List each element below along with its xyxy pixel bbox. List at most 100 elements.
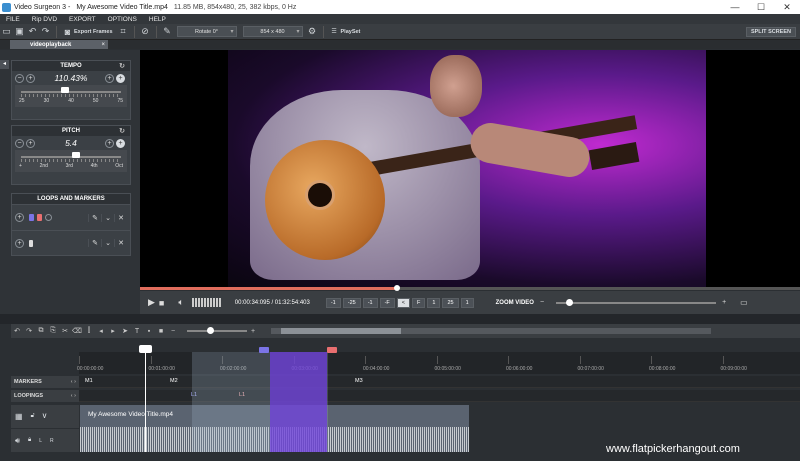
stop-icon[interactable]: ■ (159, 298, 164, 308)
menu-file[interactable]: FILE (0, 16, 26, 23)
zoom-slider-knob[interactable] (566, 298, 574, 306)
speaker-icon[interactable]: 🔊︎ (15, 436, 20, 446)
paste-icon[interactable]: ⎘ (47, 327, 59, 335)
tempo-plus-button[interactable]: + (116, 73, 125, 83)
timeline-scroll-thumb[interactable] (281, 328, 401, 334)
split-icon[interactable]: ⫿ (83, 327, 95, 335)
marker-dropdown-icon[interactable]: ⌄ (101, 239, 114, 247)
volume-icon[interactable]: 🔈︎ (178, 297, 183, 308)
copy-icon[interactable]: ⧉ (35, 327, 47, 335)
maximize-button[interactable]: ☐ (748, 2, 774, 13)
blue-loop-marker-icon[interactable] (29, 214, 34, 221)
jump-button[interactable]: < (396, 297, 410, 308)
lock-icon[interactable]: 🔒︎ (28, 437, 31, 444)
tempo-slider[interactable]: 25 30 40 50 75 (15, 85, 127, 107)
redo-icon[interactable]: ↷ (39, 25, 52, 38)
marker-flag-icon[interactable] (29, 239, 33, 247)
pitch-plus-button[interactable]: + (116, 138, 125, 148)
prev-marker-icon[interactable]: ◂ (95, 327, 107, 335)
menu-export[interactable]: EXPORT (63, 16, 102, 23)
menu-options[interactable]: OPTIONS (102, 16, 143, 23)
edit-marker-icon[interactable]: ✎ (88, 239, 101, 247)
snapshot-icon[interactable]: ■ (155, 328, 167, 335)
loop-dropdown-icon[interactable]: ⌄ (101, 213, 114, 222)
save-icon[interactable]: ▣ (13, 25, 26, 38)
folder-open-icon[interactable]: ▭ (0, 25, 13, 38)
no-audio-icon[interactable]: ⊘ (139, 25, 152, 38)
pitch-minus-button[interactable]: − (15, 138, 24, 148)
select-cursor-icon[interactable]: ➤ (119, 327, 131, 335)
tempo-slider-knob[interactable] (61, 87, 70, 93)
timeline-scrollbar[interactable] (271, 328, 711, 334)
jump-button[interactable]: 1 (427, 297, 441, 308)
edit-loop-icon[interactable]: ✎ (88, 213, 101, 222)
jump-button[interactable]: F (412, 297, 426, 308)
jump-button[interactable]: -1 (362, 297, 378, 308)
loopings-track[interactable]: L1 L1 (79, 390, 800, 402)
marker-m3[interactable]: M3 (355, 378, 363, 384)
gear-icon[interactable]: ⚙ (306, 25, 319, 38)
red-loop-marker-icon[interactable] (37, 214, 42, 221)
tempo-fine-plus-button[interactable]: + (105, 73, 114, 83)
tempo-reset-icon[interactable]: ↻ (119, 62, 125, 70)
tempo-fine-minus-button[interactable]: + (26, 73, 35, 83)
loop-end-handle[interactable] (327, 347, 337, 353)
pitch-reset-icon[interactable]: ↻ (119, 127, 125, 135)
redo-icon[interactable]: ↷ (23, 327, 35, 335)
jump-button[interactable]: -1 (325, 297, 341, 308)
zoom-in-icon[interactable]: + (722, 299, 726, 306)
zoom-out-icon[interactable]: − (540, 299, 544, 306)
timeline-ruler[interactable]: 00:00:00:0000:01:00:0000:02:00:0000:03:0… (77, 352, 800, 374)
menu-rip-dvd[interactable]: Rip DVD (26, 16, 63, 23)
pitch-fine-plus-button[interactable]: + (105, 138, 114, 148)
zoom-video-slider[interactable] (556, 298, 717, 306)
rotate-select[interactable]: Rotate 0° (176, 26, 237, 37)
undo-icon[interactable]: ↶ (26, 25, 39, 38)
add-marker-button[interactable]: + (15, 238, 24, 248)
delete-icon[interactable]: ⌫ (71, 327, 83, 335)
export-frames-button[interactable]: Export Frames (74, 29, 113, 35)
delete-loop-icon[interactable]: ✕ (114, 213, 127, 222)
loop-selection-highlight[interactable] (270, 352, 327, 452)
loopings-nav-icon[interactable]: ‹ › (71, 393, 76, 399)
jump-button[interactable]: -F (379, 297, 395, 308)
timeline-zoom-slider[interactable] (187, 327, 247, 334)
close-button[interactable]: ✕ (774, 2, 800, 13)
minimize-button[interactable]: — (722, 2, 748, 13)
marker-m2[interactable]: M2 (170, 378, 178, 384)
menu-help[interactable]: HELP (143, 16, 172, 23)
playset-button[interactable]: PlaySet (341, 29, 361, 35)
timeline-zoom-in-icon[interactable]: + (247, 328, 259, 335)
add-loop-button[interactable]: + (15, 213, 24, 222)
audio-right-flag[interactable]: R (50, 438, 54, 444)
playback-progress-bar[interactable] (140, 285, 800, 291)
pitch-slider[interactable]: + 2nd 3rd 4th Oct (15, 150, 127, 172)
cut-icon[interactable]: ✂ (59, 327, 71, 335)
camera-icon[interactable]: ◙ (61, 25, 74, 38)
fullscreen-icon[interactable]: ▭ (740, 298, 748, 307)
loop-start-handle[interactable] (259, 347, 269, 353)
panel-toggle-icon[interactable]: ◂ (0, 60, 9, 69)
timeline-zoom-out-icon[interactable]: − (167, 328, 179, 335)
tab-videoplayback[interactable]: videoplayback × (10, 40, 108, 49)
volume-level[interactable] (191, 298, 221, 307)
lock-icon[interactable]: 🔓︎ (31, 413, 35, 420)
split-screen-button[interactable]: SPLIT SCREEN (745, 26, 796, 37)
audio-left-flag[interactable]: L (39, 438, 42, 444)
edit-icon[interactable]: ✎ (161, 25, 174, 38)
pitch-slider-knob[interactable] (71, 152, 80, 158)
marker-m1[interactable]: M1 (85, 378, 93, 384)
loop-option-icon[interactable] (45, 214, 52, 221)
markers-track[interactable]: M1 M2 M3 (79, 376, 800, 388)
video-track-flag[interactable]: V (42, 414, 46, 420)
delete-marker-icon[interactable]: ✕ (114, 239, 127, 247)
tab-close-icon[interactable]: × (101, 42, 105, 48)
pitch-fine-minus-button[interactable]: + (26, 138, 35, 148)
undo-icon[interactable]: ↶ (11, 327, 23, 335)
text-tool-icon[interactable]: T (131, 328, 143, 335)
play-icon[interactable]: ▶ (148, 297, 155, 308)
jump-button[interactable]: -25 (342, 297, 361, 308)
resolution-select[interactable]: 854 x 480 (242, 26, 303, 37)
jump-button[interactable]: 1 (460, 297, 474, 308)
markers-nav-icon[interactable]: ‹ › (71, 379, 76, 385)
